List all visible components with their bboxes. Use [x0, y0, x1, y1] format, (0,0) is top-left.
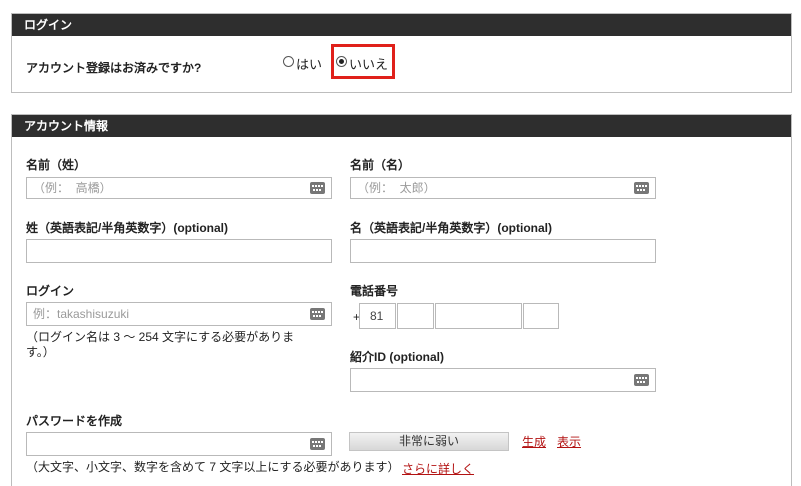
- phone-area-code-input[interactable]: [397, 303, 434, 329]
- phone-extension-input[interactable]: [523, 303, 559, 329]
- password-input[interactable]: [26, 432, 332, 456]
- keyboard-icon[interactable]: [310, 308, 325, 320]
- last-name-en-label: 姓（英語表記/半角英数字）(optional): [26, 221, 228, 235]
- last-name-label: 名前（姓）: [26, 158, 87, 172]
- keyboard-icon[interactable]: [634, 182, 649, 194]
- first-name-input[interactable]: [350, 177, 656, 199]
- show-password-link[interactable]: 表示: [557, 433, 581, 450]
- login-panel: ログイン: [11, 13, 792, 93]
- first-name-label: 名前（名）: [350, 158, 411, 172]
- generate-password-link[interactable]: 生成: [522, 433, 546, 450]
- referral-id-label: 紹介ID (optional): [350, 350, 444, 364]
- phone-number-input[interactable]: [435, 303, 522, 329]
- radio-no-label[interactable]: いいえ: [349, 54, 388, 73]
- login-panel-title: ログイン: [12, 14, 791, 36]
- login-length-note: （ログイン名は 3 ～ 254 文字にする必要がありま す。）: [26, 330, 295, 359]
- keyboard-icon[interactable]: [634, 374, 649, 386]
- last-name-input[interactable]: [26, 177, 332, 199]
- first-name-en-input[interactable]: [350, 239, 656, 263]
- radio-no[interactable]: [336, 56, 347, 67]
- keyboard-icon[interactable]: [310, 438, 325, 450]
- last-name-en-input[interactable]: [26, 239, 332, 263]
- phone-country-code[interactable]: 81: [359, 303, 396, 329]
- radio-yes-label[interactable]: はい: [296, 54, 322, 73]
- login-label: ログイン: [26, 284, 75, 298]
- phone-label: 電話番号: [350, 284, 399, 298]
- keyboard-icon[interactable]: [310, 182, 325, 194]
- radio-yes[interactable]: [283, 56, 294, 67]
- account-info-panel-title: アカウント情報: [12, 115, 791, 137]
- password-requirement-note: （大文字、小文字、数字を含めて 7 文字以上にする必要があります）: [26, 460, 400, 474]
- password-strength-meter: 非常に弱い: [349, 432, 509, 451]
- referral-id-input[interactable]: [350, 368, 656, 392]
- password-label: パスワードを作成: [26, 414, 123, 428]
- login-input[interactable]: [26, 302, 332, 326]
- account-registered-question: アカウント登録はお済みですか?: [26, 61, 202, 75]
- learn-more-link[interactable]: さらに詳しく: [402, 460, 474, 477]
- first-name-en-label: 名（英語表記/半角英数字）(optional): [350, 221, 552, 235]
